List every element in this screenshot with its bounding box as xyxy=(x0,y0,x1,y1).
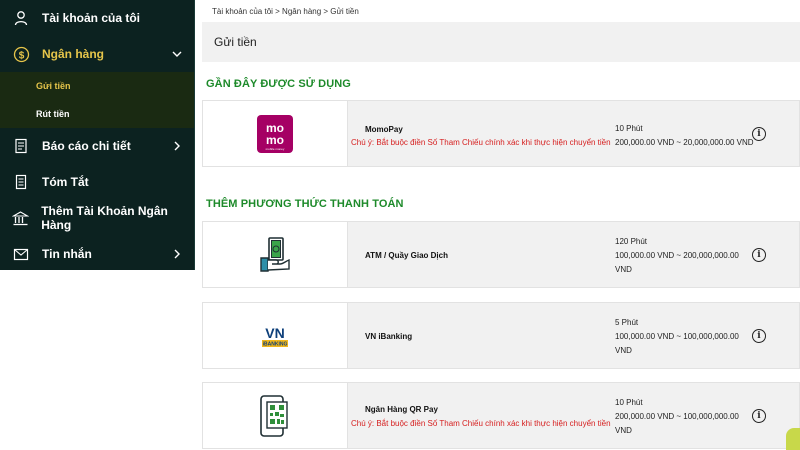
atm-cash-icon xyxy=(203,222,348,287)
chevron-down-icon xyxy=(172,51,182,57)
section-title-add: THÊM PHƯƠNG THỨC THANH TOÁN xyxy=(206,198,404,210)
page-title: Gửi tiền xyxy=(214,35,257,49)
report-icon xyxy=(12,137,30,155)
method-warning: Chú ý: Bắt buộc điền Số Tham Chiếu chính… xyxy=(351,138,611,147)
sidebar-item-summary[interactable]: Tóm Tắt xyxy=(0,164,194,200)
payment-method-momopay[interactable]: mo mo mobile money MomoPay Chú ý: Bắt bu… xyxy=(202,100,800,167)
svg-text:$: $ xyxy=(18,50,24,61)
payment-method-qr-pay[interactable]: Ngân Hàng QR Pay Chú ý: Bắt buộc điền Số… xyxy=(202,382,800,449)
method-range: 100,000.00 VND ~ 100,000,000.00 xyxy=(615,332,739,341)
method-details: 5 Phút 100,000.00 VND ~ 100,000,000.00 V… xyxy=(615,316,739,358)
method-details: 10 Phút 200,000.00 VND ~ 100,000,000.00 … xyxy=(615,396,739,438)
payment-method-atm[interactable]: ATM / Quầy Giao Dịch 120 Phút 100,000.00… xyxy=(202,221,800,288)
info-icon[interactable]: i xyxy=(752,248,766,262)
method-name: ATM / Quầy Giao Dịch xyxy=(365,251,448,260)
method-time: 10 Phút xyxy=(615,124,643,133)
sidebar-submenu: Gửi tiền Rút tiền xyxy=(0,72,194,128)
vn-ibanking-logo: VN iBANKING xyxy=(203,303,348,368)
sidebar-item-label: Tin nhắn xyxy=(42,247,92,261)
sidebar-item-label: Tài khoản của tôi xyxy=(42,11,141,25)
sidebar-item-label: Báo cáo chi tiết xyxy=(42,139,131,153)
info-icon[interactable]: i xyxy=(752,329,766,343)
sidebar-item-label: Tóm Tắt xyxy=(42,175,89,189)
payment-method-vn-ibanking[interactable]: VN iBANKING VN iBanking 5 Phút 100,000.0… xyxy=(202,302,800,369)
svg-text:mo: mo xyxy=(266,133,284,147)
svg-text:VN: VN xyxy=(265,325,284,341)
method-time: 5 Phút xyxy=(615,318,639,327)
method-range: 200,000.00 VND ~ 100,000,000.00 xyxy=(615,412,739,421)
method-details: 120 Phút 100,000.00 VND ~ 200,000,000.00… xyxy=(615,235,739,277)
info-icon[interactable]: i xyxy=(752,127,766,141)
method-time: 10 Phút xyxy=(615,398,643,407)
method-range: 200,000.00 VND ~ 20,000,000.00 VND xyxy=(615,138,754,147)
sidebar-subitem-withdraw[interactable]: Rút tiền xyxy=(0,100,194,128)
qr-phone-icon xyxy=(203,383,348,448)
method-name: VN iBanking xyxy=(365,332,413,341)
momo-logo: mo mo mobile money xyxy=(203,101,348,166)
bank-icon xyxy=(12,209,30,227)
method-warning: Chú ý: Bắt buộc điền Số Tham Chiếu chính… xyxy=(351,419,611,428)
method-time: 120 Phút xyxy=(615,237,648,246)
sidebar-item-label: Thêm Tài Khoản Ngân Hàng xyxy=(41,204,168,232)
chevron-right-icon xyxy=(174,249,180,259)
method-name: Ngân Hàng QR Pay xyxy=(365,405,438,414)
svg-text:mobile money: mobile money xyxy=(266,147,285,151)
mail-icon xyxy=(12,245,30,263)
page-header: Gửi tiền xyxy=(202,22,800,62)
svg-text:iBANKING: iBANKING xyxy=(263,341,288,347)
sidebar-item-messages[interactable]: Tin nhắn xyxy=(0,236,194,272)
chevron-right-icon xyxy=(174,141,180,151)
method-name: MomoPay xyxy=(365,125,403,134)
main-content: Tài khoản của tôi > Ngân hàng > Gửi tiền… xyxy=(202,0,800,450)
section-title-recent: GẦN ĐÂY ĐƯỢC SỬ DỤNG xyxy=(206,78,351,90)
method-range-unit: VND xyxy=(615,346,632,355)
sidebar-item-my-account[interactable]: Tài khoản của tôi xyxy=(0,0,194,36)
method-range-unit: VND xyxy=(615,426,632,435)
chat-widget-tab[interactable] xyxy=(786,428,800,450)
breadcrumb: Tài khoản của tôi > Ngân hàng > Gửi tiền xyxy=(212,7,359,16)
sidebar-item-add-bank-account[interactable]: Thêm Tài Khoản Ngân Hàng xyxy=(0,200,194,236)
method-range-unit: VND xyxy=(615,265,632,274)
document-icon xyxy=(12,173,30,191)
sidebar-item-label: Ngân hàng xyxy=(42,47,104,61)
sidebar-item-bank[interactable]: $ Ngân hàng xyxy=(0,36,194,72)
sidebar-item-report[interactable]: Báo cáo chi tiết xyxy=(0,128,194,164)
method-details: 10 Phút 200,000.00 VND ~ 20,000,000.00 V… xyxy=(615,122,754,150)
sidebar: Tài khoản của tôi $ Ngân hàng Gửi tiền R… xyxy=(0,0,195,270)
sidebar-subitem-deposit[interactable]: Gửi tiền xyxy=(0,72,194,100)
user-icon xyxy=(12,9,30,27)
info-icon[interactable]: i xyxy=(752,409,766,423)
dollar-icon: $ xyxy=(12,45,30,63)
method-range: 100,000.00 VND ~ 200,000,000.00 xyxy=(615,251,739,260)
app-root: Tài khoản của tôi $ Ngân hàng Gửi tiền R… xyxy=(0,0,800,450)
